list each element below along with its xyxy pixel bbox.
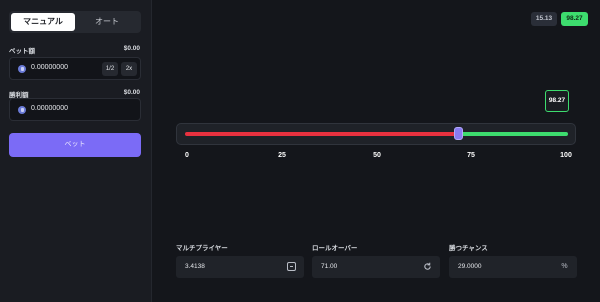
profit-input[interactable]: 0.00000000 (9, 98, 141, 121)
win-chance-input[interactable]: 29.0000 % (449, 256, 577, 278)
bet-button[interactable]: ベット (9, 133, 141, 157)
double-bet-button[interactable]: 2x (121, 62, 137, 76)
win-chance-label: 勝つチャンス (449, 245, 488, 252)
bet-amount-usd: $0.00 (123, 45, 140, 52)
profit-value: 0.00000000 (31, 105, 68, 112)
roll-over-input[interactable]: 71.00 (312, 256, 440, 278)
tick-label: 50 (373, 152, 381, 159)
coin-icon (18, 65, 26, 73)
tab-auto[interactable]: オート (75, 13, 139, 31)
coin-icon (18, 106, 26, 114)
multiplier-label: マルチプライヤー (176, 245, 228, 252)
bet-amount-value: 0.00000000 (31, 64, 68, 71)
mode-toggle: マニュアル オート (9, 11, 141, 33)
refresh-icon[interactable] (423, 262, 432, 271)
percent-icon: % (561, 263, 568, 270)
win-range-track (458, 132, 568, 136)
tick-label: 100 (560, 152, 572, 159)
lose-range-track (185, 132, 458, 136)
half-bet-button[interactable]: 1/2 (102, 62, 118, 76)
recent-result-2: 98.27 (561, 12, 588, 26)
slider-thumb[interactable] (454, 127, 463, 140)
tick-label: 25 (278, 152, 286, 159)
multiplier-input[interactable]: 3.4138 (176, 256, 304, 278)
tick-label: 0 (185, 152, 189, 159)
bet-sidebar: マニュアル オート ベット額 $0.00 0.00000000 1/2 2x 勝… (0, 0, 152, 302)
tick-label: 75 (467, 152, 475, 159)
bet-amount-label: ベット額 (9, 48, 35, 55)
win-chance-value: 29.0000 (458, 263, 482, 270)
tab-manual[interactable]: マニュアル (11, 13, 75, 31)
roll-over-label: ロールオーバー (312, 245, 358, 252)
result-marker: 98.27 (545, 90, 569, 112)
profit-usd: $0.00 (123, 89, 140, 96)
roll-over-value: 71.00 (321, 263, 338, 270)
multiplier-icon (287, 262, 296, 271)
multiplier-value: 3.4138 (185, 263, 205, 270)
bet-amount-input[interactable]: 0.00000000 1/2 2x (9, 57, 141, 80)
recent-result-1: 15.13 (531, 12, 557, 26)
